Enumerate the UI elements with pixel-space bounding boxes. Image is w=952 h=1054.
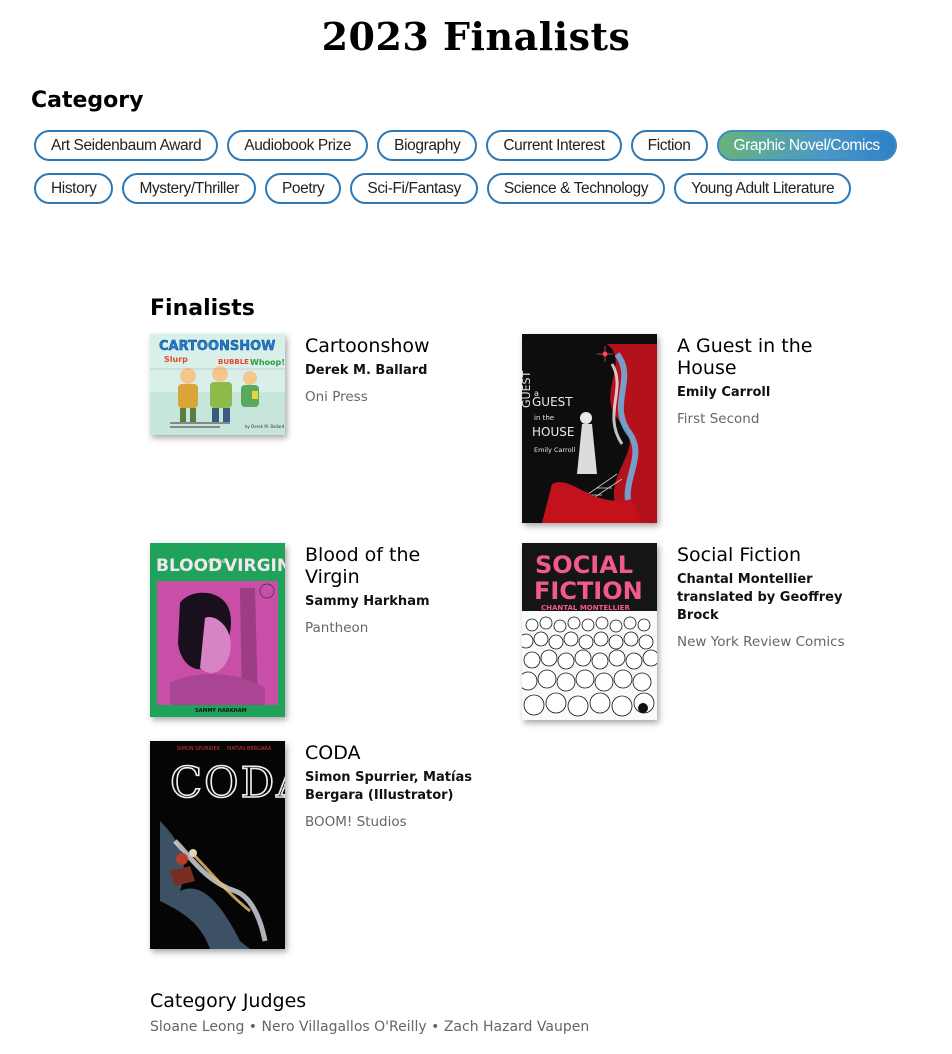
- book-author: Sammy Harkham: [305, 594, 430, 609]
- category-audiobook-prize[interactable]: Audiobook Prize: [227, 130, 369, 161]
- category-pill-row-1: Art Seidenbaum Award Audiobook Prize Bio…: [34, 130, 897, 161]
- svg-text:MATÍAS BERGARA: MATÍAS BERGARA: [227, 745, 272, 752]
- svg-text:HOUSE: HOUSE: [532, 425, 574, 439]
- svg-text:VIRGIN: VIRGIN: [224, 556, 285, 576]
- page-title: 2023 Finalists: [321, 14, 631, 59]
- cover-text-guest-title: GUEST: [532, 395, 573, 409]
- category-judges-list: Sloane Leong • Nero Villagallos O'Reilly…: [150, 1019, 590, 1035]
- book-info-coda: CODA Simon Spurrier, Matías Bergara (Ill…: [305, 741, 480, 831]
- book-title[interactable]: Social Fiction: [677, 544, 852, 566]
- category-young-adult-literature[interactable]: Young Adult Literature: [674, 173, 852, 204]
- svg-text:Slurp: Slurp: [164, 355, 188, 364]
- book-publisher: New York Review Comics: [677, 634, 845, 650]
- book-title[interactable]: CODA: [305, 742, 480, 764]
- finalists-heading: Finalists: [150, 296, 255, 321]
- svg-text:CHANTAL MONTELLIER: CHANTAL MONTELLIER: [541, 604, 630, 612]
- svg-text:SIMON SPURRIER: SIMON SPURRIER: [177, 746, 221, 752]
- book-info-a-guest-in-the-house: A Guest in the House Emily Carroll First…: [677, 334, 852, 428]
- category-sci-fi-fantasy[interactable]: Sci-Fi/Fantasy: [350, 173, 478, 204]
- svg-text:SAMMY HARKHAM: SAMMY HARKHAM: [195, 708, 247, 714]
- category-judges-heading: Category Judges: [150, 990, 307, 1012]
- book-cover-social-fiction[interactable]: SOCIAL FICTION CHANTAL MONTELLIER: [522, 543, 657, 720]
- cover-text-coda-title: CODA: [170, 758, 285, 807]
- book-publisher: BOOM! Studios: [305, 814, 407, 830]
- svg-text:FICTION: FICTION: [534, 577, 643, 605]
- category-science-technology[interactable]: Science & Technology: [486, 173, 666, 204]
- book-cover-blood-of-the-virgin[interactable]: BLOOD of the VIRGIN SAMMY HARKHAM: [150, 543, 285, 717]
- category-poetry[interactable]: Poetry: [264, 173, 342, 204]
- book-author: Chantal Montellier translated by Geoffre…: [677, 572, 843, 623]
- book-cover-coda[interactable]: SIMON SPURRIER MATÍAS BERGARA CODA: [150, 741, 285, 949]
- book-publisher: First Second: [677, 411, 760, 427]
- svg-text:Emily Carroll: Emily Carroll: [534, 446, 575, 454]
- svg-text:by Derek M. Ballard: by Derek M. Ballard: [245, 424, 285, 429]
- category-current-interest[interactable]: Current Interest: [486, 130, 622, 161]
- category-graphic-novel-comics[interactable]: Graphic Novel/Comics: [716, 130, 897, 161]
- svg-text:Whoop!: Whoop!: [250, 358, 285, 367]
- book-info-cartoonshow: Cartoonshow Derek M. Ballard Oni Press: [305, 334, 480, 406]
- book-title[interactable]: A Guest in the House: [677, 335, 852, 379]
- book-info-social-fiction: Social Fiction Chantal Montellier transl…: [677, 543, 852, 651]
- category-heading: Category: [31, 88, 144, 113]
- book-author: Derek M. Ballard: [305, 363, 428, 378]
- book-author: Simon Spurrier, Matías Bergara (Illustra…: [305, 770, 472, 803]
- category-mystery-thriller[interactable]: Mystery/Thriller: [122, 173, 256, 204]
- book-cover-cartoonshow[interactable]: CARTOONSHOW Slurp BUBBLE Whoop! by Derek…: [150, 334, 285, 435]
- book-cover-a-guest-in-the-house[interactable]: a GUEST GUEST in the HOUSE Emily Carroll: [522, 334, 657, 523]
- category-history[interactable]: History: [34, 173, 114, 204]
- book-title[interactable]: Blood of the Virgin: [305, 544, 480, 588]
- category-biography[interactable]: Biography: [377, 130, 478, 161]
- cover-text-cartoonshow-title: CARTOONSHOW: [159, 339, 276, 354]
- book-publisher: Pantheon: [305, 620, 369, 636]
- cover-text-social-title: SOCIAL: [535, 551, 633, 579]
- book-author: Emily Carroll: [677, 385, 771, 400]
- svg-text:BUBBLE: BUBBLE: [218, 358, 249, 366]
- category-art-seidenbaum-award[interactable]: Art Seidenbaum Award: [34, 130, 219, 161]
- svg-text:in the: in the: [534, 414, 554, 422]
- category-fiction[interactable]: Fiction: [630, 130, 708, 161]
- book-title[interactable]: Cartoonshow: [305, 335, 480, 357]
- book-info-blood-of-the-virgin: Blood of the Virgin Sammy Harkham Panthe…: [305, 543, 480, 637]
- category-pill-row-2: History Mystery/Thriller Poetry Sci-Fi/F…: [34, 173, 852, 204]
- book-publisher: Oni Press: [305, 389, 368, 405]
